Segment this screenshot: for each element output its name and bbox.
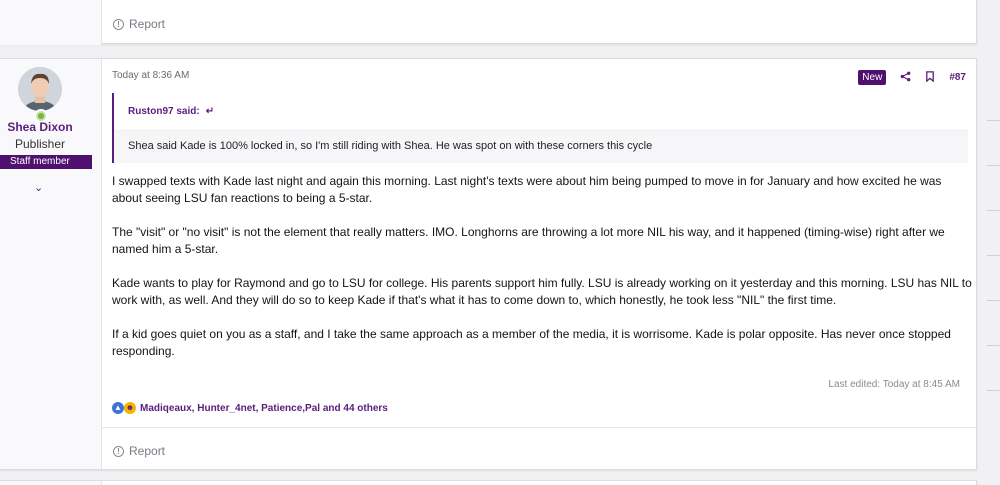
post-number-link[interactable]: #87 — [949, 72, 966, 83]
post-body: I swapped texts with Kade last night and… — [112, 173, 972, 377]
previous-post-card: ! Report — [0, 0, 977, 45]
chevron-down-icon[interactable]: ⌄ — [34, 181, 43, 194]
scroll-guides — [987, 120, 1000, 450]
quote-block: Ruston97 said: ↵ Shea said Kade is 100% … — [112, 93, 968, 163]
info-circle-icon: ! — [113, 18, 124, 30]
arrow-return-icon[interactable]: ↵ — [206, 106, 214, 117]
quote-text: Shea said Kade is 100% locked in, so I'm… — [128, 140, 653, 152]
post-paragraph: If a kid goes quiet on you as a staff, a… — [112, 327, 951, 358]
post-paragraph: I swapped texts with Kade last night and… — [112, 174, 942, 205]
post-user-column: Shea Dixon Publisher Staff member ⌄ — [0, 59, 102, 469]
info-circle-icon: ! — [113, 445, 124, 457]
previous-post-user-column — [0, 0, 102, 45]
previous-report-link[interactable]: ! Report — [113, 17, 165, 31]
share-icon[interactable] — [900, 71, 911, 85]
post-paragraph: Kade wants to play for Raymond and go to… — [112, 276, 972, 307]
next-post-user-column — [0, 481, 102, 485]
quote-author[interactable]: Ruston97 said: — [128, 106, 200, 117]
author-title: Publisher — [14, 137, 66, 151]
post-card: Shea Dixon Publisher Staff member ⌄ Toda… — [0, 58, 977, 470]
post-footer-divider — [102, 427, 976, 428]
last-edited-note: Last edited: Today at 8:45 AM — [828, 379, 960, 390]
post-paragraph: The "visit" or "no visit" is not the ele… — [112, 225, 945, 256]
bookmark-icon[interactable] — [925, 70, 935, 85]
post-actions: New #87 — [858, 70, 966, 85]
report-link[interactable]: ! Report — [113, 444, 165, 458]
reactions-text[interactable]: Madiqeaux, Hunter_4net, Patience,Pal and… — [140, 403, 388, 414]
author-name[interactable]: Shea Dixon — [0, 120, 80, 134]
previous-report-label: Report — [129, 17, 166, 31]
post-timestamp[interactable]: Today at 8:36 AM — [112, 70, 189, 81]
quote-header: Ruston97 said: ↵ — [114, 93, 968, 131]
avatar-image — [18, 67, 62, 111]
laugh-icon: ☻ — [124, 402, 136, 414]
report-label: Report — [129, 444, 166, 458]
new-badge: New — [858, 70, 887, 85]
thumbs-up-icon: ▲ — [112, 402, 124, 414]
next-post-card — [0, 480, 977, 485]
staff-banner: Staff member — [0, 155, 92, 169]
reactions-bar[interactable]: ▲ ☻ Madiqeaux, Hunter_4net, Patience,Pal… — [112, 402, 388, 414]
avatar[interactable] — [18, 67, 62, 123]
